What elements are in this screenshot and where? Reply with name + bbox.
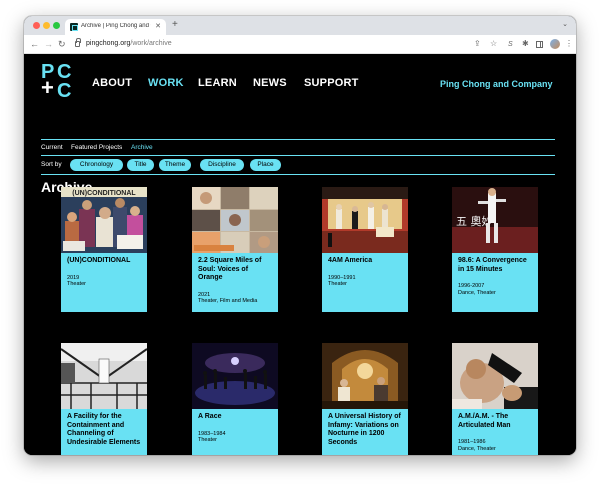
card-image[interactable]: (UN)CONDITIONAL [61, 187, 147, 253]
bookmark-star-icon[interactable]: ☆ [490, 39, 497, 49]
nav-news[interactable]: NEWS [253, 77, 287, 89]
sort-place-button[interactable]: Place [250, 159, 281, 171]
subnav-archive[interactable]: Archive [131, 144, 153, 151]
card-info: A Race 1983–1984 Theater [192, 409, 278, 455]
card-info: A Facility for the Containment and Chann… [61, 409, 147, 455]
address-bar[interactable]: pingchong.org/work/archive [86, 40, 172, 47]
card-image[interactable] [322, 343, 408, 409]
card-title[interactable]: (UN)CONDITIONAL [67, 257, 141, 266]
lock-icon[interactable] [75, 38, 81, 47]
close-tab-icon[interactable]: ✕ [155, 22, 161, 31]
card-image[interactable]: 五 奧妙 [452, 187, 538, 253]
card-image[interactable] [192, 187, 278, 253]
archive-card[interactable]: A Universal History of Infamy: Variation… [322, 343, 408, 455]
sort-chronology-button[interactable]: Chronology [70, 159, 123, 171]
subnav-featured-projects[interactable]: Featured Projects [71, 144, 122, 151]
card-title[interactable]: A Race [198, 413, 272, 422]
logo-c-bottom: C [57, 80, 72, 102]
card-discipline: Theater [67, 281, 86, 287]
sort-title-button[interactable]: Title [127, 159, 154, 171]
card-image[interactable] [61, 343, 147, 409]
browser-window: Archive | Ping Chong and Comp ✕ + ⌄ ← → … [24, 16, 576, 455]
extension-s-icon[interactable]: S [508, 40, 513, 50]
card-info: (UN)CONDITIONAL 2019 Theater [61, 253, 147, 312]
card-title[interactable]: 4AM America [328, 257, 402, 266]
divider-middle [41, 155, 555, 156]
nav-work[interactable]: WORK [148, 77, 184, 89]
card-title[interactable]: A.M./A.M. - The Articulated Man [458, 413, 532, 430]
card-info: A.M./A.M. - The Articulated Man 1981–198… [452, 409, 538, 455]
logo-c-top: C [57, 61, 72, 83]
share-icon[interactable]: ⇪ [474, 39, 481, 49]
card-info: 4AM America 1990–1991 Theater [322, 253, 408, 312]
divider-bottom [41, 174, 555, 175]
page-content: P C + C ABOUT WORK LEARN NEWS SUPPORT Pi… [24, 55, 576, 455]
tab-search-chevron-icon[interactable]: ⌄ [562, 20, 568, 28]
archive-card[interactable]: (UN)CONDITIONAL (UN)CONDITIONAL 2019 The… [61, 187, 147, 312]
logo-plus: + [41, 75, 54, 100]
archive-card[interactable]: 五 奧妙 98.6: A Convergence in 15 Minutes 1… [452, 187, 538, 312]
divider-top [41, 139, 555, 140]
site-favicon-icon [70, 23, 78, 31]
close-window-button[interactable] [33, 22, 40, 29]
nav-learn[interactable]: LEARN [198, 77, 237, 89]
extensions-puzzle-icon[interactable]: ✱ [522, 39, 529, 49]
card-discipline: Theater [198, 437, 217, 443]
card-title[interactable]: 98.6: A Convergence in 15 Minutes [458, 257, 532, 274]
card-discipline: Dance, Theater [458, 445, 496, 452]
subnav-current[interactable]: Current [41, 144, 63, 151]
card-discipline: Theater [328, 281, 347, 287]
archive-card[interactable]: A Race 1983–1984 Theater [192, 343, 278, 455]
card-info: 2.2 Square Miles of Soul: Voices of Oran… [192, 253, 278, 312]
side-panel-icon[interactable] [536, 41, 543, 48]
browser-menu-icon[interactable]: ⋮ [565, 39, 573, 49]
minimize-window-button[interactable] [43, 22, 50, 29]
thumb-text: (UN)CONDITIONAL [72, 190, 136, 197]
site-logo[interactable]: P C + C [41, 61, 75, 102]
card-discipline: Dance, Theater [458, 289, 496, 296]
url-path: /work/archive [130, 40, 172, 47]
card-image[interactable] [452, 343, 538, 409]
new-tab-icon[interactable]: + [172, 19, 178, 31]
nav-support[interactable]: SUPPORT [304, 77, 359, 89]
archive-card[interactable]: A Facility for the Containment and Chann… [61, 343, 147, 455]
sort-theme-button[interactable]: Theme [159, 159, 191, 171]
brand-name-link[interactable]: Ping Chong and Company [440, 79, 553, 89]
card-image[interactable] [322, 187, 408, 253]
archive-card[interactable]: A.M./A.M. - The Articulated Man 1981–198… [452, 343, 538, 455]
browser-tab[interactable]: Archive | Ping Chong and Comp ✕ [65, 19, 166, 35]
card-title[interactable]: A Facility for the Containment and Chann… [67, 413, 141, 447]
archive-card[interactable]: 4AM America 1990–1991 Theater [322, 187, 408, 312]
card-discipline: Theater, Film and Media [198, 298, 258, 304]
sort-by-label: Sort by [41, 161, 62, 168]
back-arrow-icon[interactable]: ← [30, 38, 39, 50]
card-title[interactable]: 2.2 Square Miles of Soul: Voices of Oran… [198, 257, 272, 283]
reload-icon[interactable]: ↻ [58, 38, 66, 50]
card-image[interactable] [192, 343, 278, 409]
tab-title: Archive | Ping Chong and Comp [81, 23, 151, 29]
sort-discipline-button[interactable]: Discipline [200, 159, 244, 171]
card-info: A Universal History of Infamy: Variation… [322, 409, 408, 455]
card-info: 98.6: A Convergence in 15 Minutes 1996-2… [452, 253, 538, 312]
browser-toolbar: ← → ↻ pingchong.org/work/archive ⇪ ☆ S ✱… [24, 35, 576, 54]
nav-about[interactable]: ABOUT [92, 77, 132, 89]
profile-avatar[interactable] [550, 39, 560, 49]
maximize-window-button[interactable] [53, 22, 60, 29]
tab-strip: Archive | Ping Chong and Comp ✕ + ⌄ [24, 16, 576, 35]
archive-card[interactable]: 2.2 Square Miles of Soul: Voices of Oran… [192, 187, 278, 312]
card-title[interactable]: A Universal History of Infamy: Variation… [328, 413, 402, 447]
forward-arrow-icon[interactable]: → [44, 38, 53, 50]
url-host: pingchong.org [86, 40, 131, 47]
